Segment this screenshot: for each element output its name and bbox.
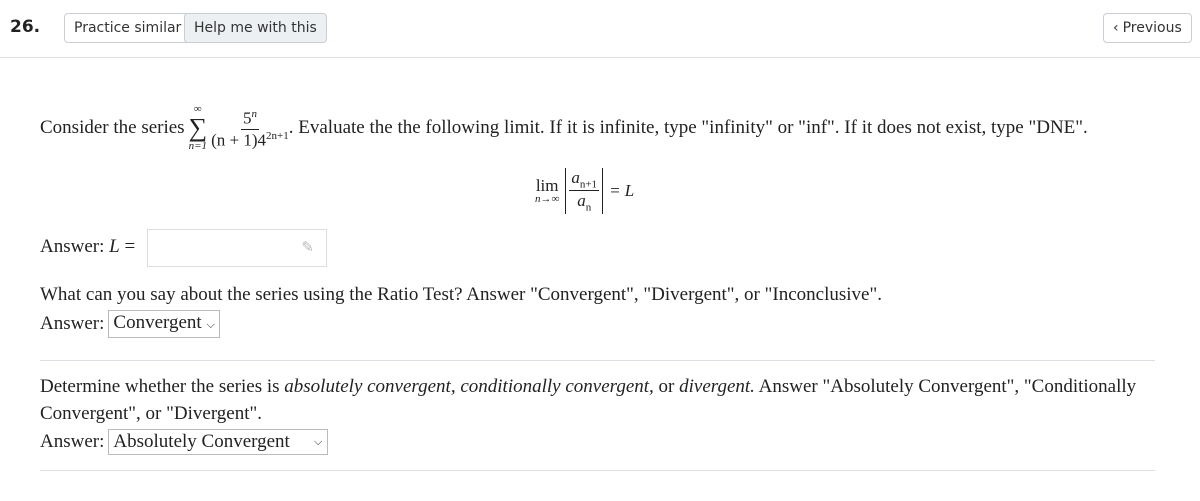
ratio-answer-label: Answer: [40,313,105,334]
sum-lower: n=1 [188,140,208,152]
chevron-left-icon: ‹ [1113,20,1119,36]
answer-l-input[interactable]: ✎ [147,229,327,267]
question-number: 26. [10,17,41,37]
sum-symbol: ∞ ∑ n=1 [188,103,208,152]
ratio-select[interactable]: Convergent ⌵ [108,310,220,338]
instruction-text: . Evaluate the the following limit. If i… [288,117,1088,138]
absolute-question-line1: Determine whether the series is absolute… [40,376,1137,397]
previous-label: Previous [1122,20,1182,36]
ratio-question: What can you say about the series using … [40,284,882,305]
header-divider [0,57,1200,58]
absolute-question-line2: Convergent", or "Divergent". [40,403,263,424]
series-term: 5n (n + 1)42n+1 [211,105,289,150]
chevron-down-icon: ⌵ [314,436,323,448]
pencil-icon[interactable]: ✎ [301,238,314,257]
absolute-select[interactable]: Absolutely Convergent ⌵ [108,429,329,455]
answer-l-label: Answer: L = [40,236,136,257]
previous-button[interactable]: ‹ Previous [1103,13,1192,43]
limit-expression: lim n→∞ an+1 an = L [535,168,635,214]
absolute-answer-label: Answer: [40,431,105,452]
practice-similar-button[interactable]: Practice similar [64,13,192,43]
divider [40,360,1155,361]
chevron-down-icon: ⌵ [206,319,215,331]
question-text: Consider the series ∞ ∑ n=1 5n (n + 1)42… [40,104,1088,152]
help-me-button[interactable]: Help me with this [184,13,327,43]
intro-text: Consider the series [40,117,185,138]
divider [40,470,1155,471]
ratio-answer-row: Answer: Convergent ⌵ [40,310,220,338]
absolute-answer-row: Answer: Absolutely Convergent ⌵ [40,429,329,455]
